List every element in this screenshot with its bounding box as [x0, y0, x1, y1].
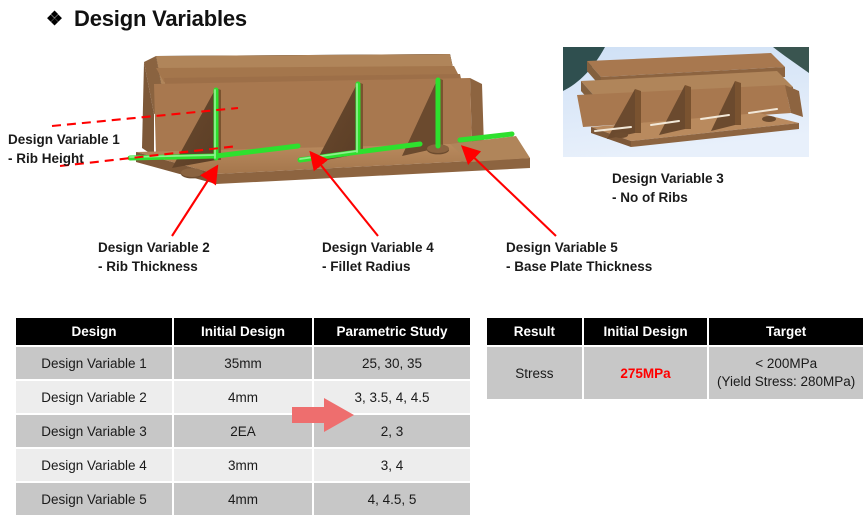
column-header-target: Target	[709, 318, 863, 345]
column-header-design: Design	[16, 318, 172, 345]
cell-design: Design Variable 2	[16, 381, 172, 413]
target-line1: < 200MPa	[755, 355, 818, 371]
table-header-row: Design Initial Design Parametric Study	[16, 318, 470, 345]
column-header-initial-design: Initial Design	[174, 318, 312, 345]
cell-parametric: 3, 4	[314, 449, 470, 481]
column-header-result: Result	[487, 318, 582, 345]
table-row: Design Variable 1 35mm 25, 30, 35	[16, 347, 470, 379]
callout-design-variable-3: Design Variable 3 - No of Ribs	[612, 170, 724, 207]
callout-design-variable-2: Design Variable 2 - Rib Thickness	[98, 239, 210, 276]
callout-design-variable-1: Design Variable 1 - Rib Height	[8, 131, 120, 168]
cell-design: Design Variable 1	[16, 347, 172, 379]
three-rib-cad-model	[563, 47, 809, 157]
page-title-text: Design Variables	[74, 6, 247, 31]
callout-dv1-line2: - Rib Height	[8, 150, 84, 166]
column-header-initial-design: Initial Design	[583, 318, 708, 345]
table-row: Design Variable 5 4mm 4, 4.5, 5	[16, 483, 470, 515]
cell-design: Design Variable 4	[16, 449, 172, 481]
cell-initial-stress: 275MPa	[583, 347, 708, 399]
target-line2: (Yield Stress: 280MPa)	[716, 374, 856, 389]
callout-design-variable-4: Design Variable 4 - Fillet Radius	[322, 239, 434, 276]
callout-dv3-line1: Design Variable 3	[612, 171, 724, 186]
table-row: Design Variable 4 3mm 3, 4	[16, 449, 470, 481]
callout-dv4-line2: - Fillet Radius	[322, 258, 411, 274]
cell-design: Design Variable 5	[16, 483, 172, 515]
table-row: Stress 275MPa < 200MPa (Yield Stress: 28…	[487, 347, 863, 399]
column-header-parametric-study: Parametric Study	[314, 318, 470, 345]
cell-target: < 200MPa (Yield Stress: 280MPa)	[709, 347, 863, 399]
callout-dv2-line1: Design Variable 2	[98, 240, 210, 255]
cell-design: Design Variable 3	[16, 415, 172, 447]
table-header-row: Result Initial Design Target	[487, 318, 863, 345]
callout-dv5-line1: Design Variable 5	[506, 240, 618, 255]
cell-parametric: 25, 30, 35	[314, 347, 470, 379]
callout-dv4-line1: Design Variable 4	[322, 240, 434, 255]
callout-dv2-line2: - Rib Thickness	[98, 258, 198, 274]
transition-arrow-icon	[292, 398, 354, 432]
bracket-cad-model	[127, 54, 530, 184]
cell-initial: 4mm	[174, 483, 312, 515]
callout-dv1-line1: Design Variable 1	[8, 132, 120, 147]
cell-initial: 35mm	[174, 347, 312, 379]
callout-design-variable-5: Design Variable 5 - Base Plate Thickness	[506, 239, 652, 276]
design-variables-table: Design Initial Design Parametric Study D…	[14, 316, 472, 517]
cell-initial: 3mm	[174, 449, 312, 481]
table-row: Design Variable 2 4mm 3, 3.5, 4, 4.5	[16, 381, 470, 413]
diamond-bullet-icon: ❖	[46, 8, 64, 30]
cell-result: Stress	[487, 347, 582, 399]
slide-canvas: ❖ Design Variables Design Variable 1 - R…	[0, 0, 865, 515]
callout-dv5-line2: - Base Plate Thickness	[506, 258, 653, 274]
result-table: Result Initial Design Target Stress 275M…	[485, 316, 865, 401]
cell-parametric: 4, 4.5, 5	[314, 483, 470, 515]
callout-dv3-line2: - No of Ribs	[612, 189, 688, 205]
page-title: ❖ Design Variables	[46, 6, 247, 32]
table-row: Design Variable 3 2EA 2, 3	[16, 415, 470, 447]
